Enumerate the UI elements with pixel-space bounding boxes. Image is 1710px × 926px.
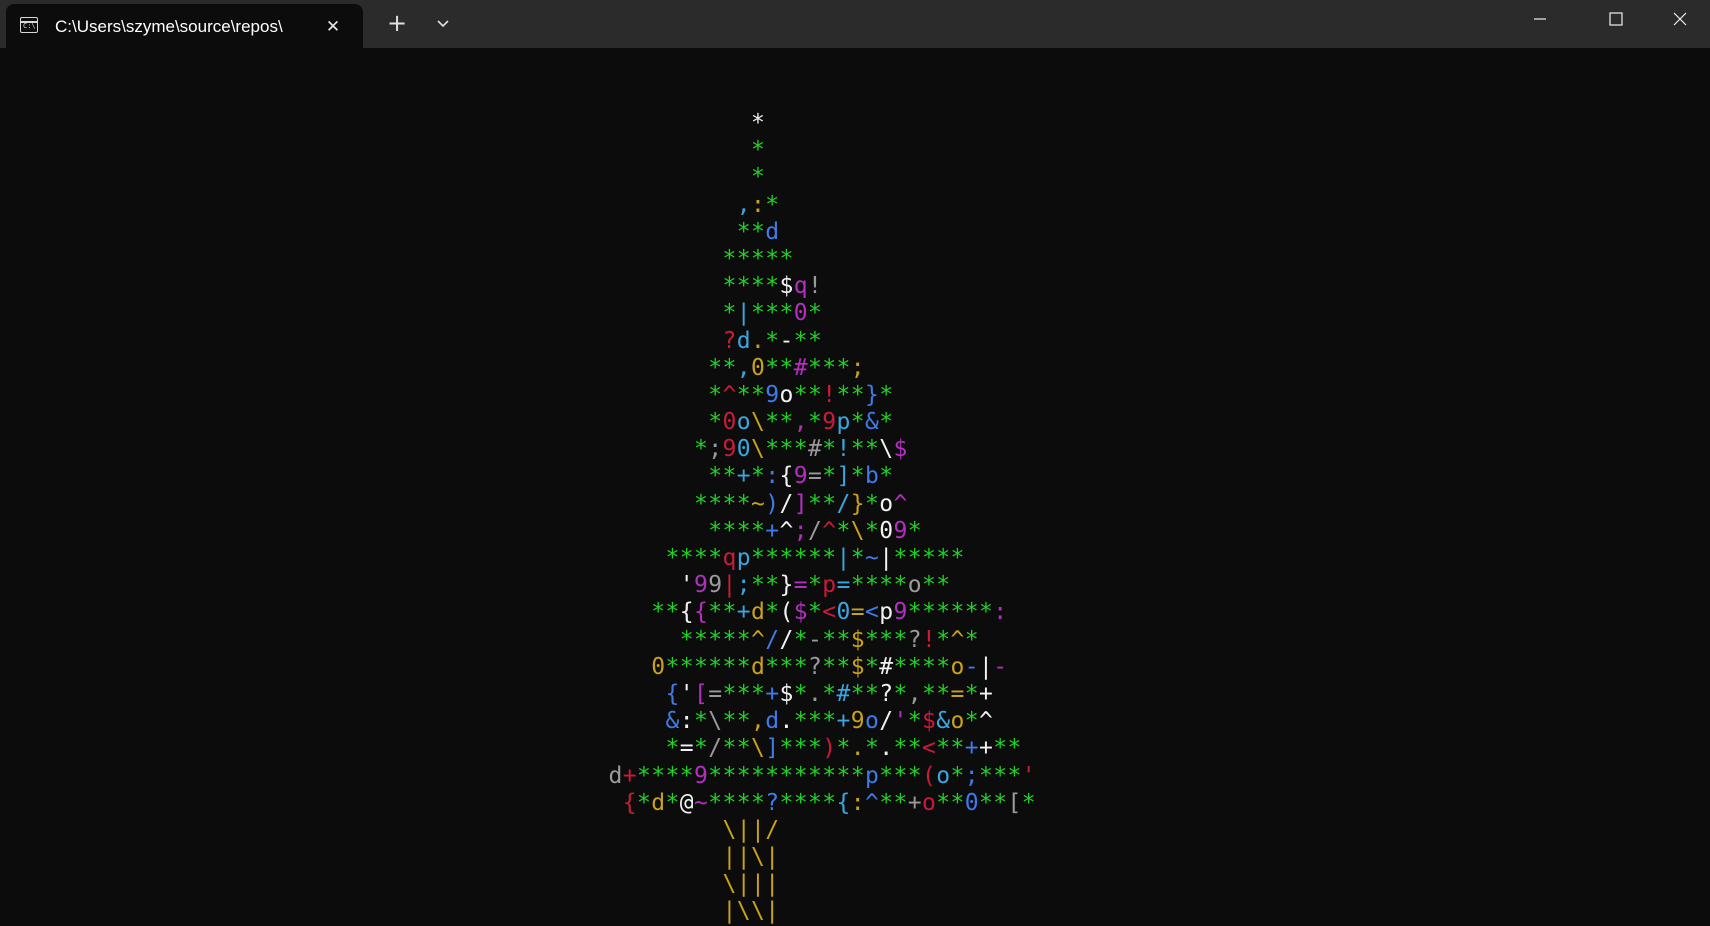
tree-line: ||\| <box>722 844 780 871</box>
tree-line: *^**9o**!**}* <box>708 381 894 408</box>
tree-line: *=*/**\]***)*.*.**<**++** <box>665 735 1022 762</box>
tree-line: ****qp******|*~|***** <box>665 545 965 571</box>
tree-line: ,:* <box>736 191 780 218</box>
maximize-icon[interactable] <box>1588 0 1644 38</box>
tree-line: **{{**+d*($*<0=<p9******: <box>651 599 1008 626</box>
tree-line: *|***0* <box>722 300 823 327</box>
close-icon[interactable]: ✕ <box>320 14 346 40</box>
tree-line: |\\| <box>722 898 780 925</box>
terminal-tab[interactable]: C:\ C:\Users\szyme\source\repos\ ✕ <box>6 4 363 48</box>
ascii-christmas-tree: * * * ,:* **d ***** ****$q! *|***0* ?d.*… <box>580 110 1036 926</box>
tree-line: \||/ <box>722 816 780 843</box>
tree-line: **+*:{9=*]*b* <box>708 463 894 490</box>
tree-line: d+****9***********p***(o*;***' <box>608 762 1036 789</box>
chevron-down-icon[interactable] <box>428 9 458 39</box>
tree-line: *****^//*-**$***?!*^* <box>679 626 979 653</box>
terminal-output[interactable]: * * * ,:* **d ***** ****$q! *|***0* ?d.*… <box>0 48 1710 924</box>
close-window-icon[interactable] <box>1652 0 1708 38</box>
tree-line: ****~)/]**/}*o^ <box>694 490 908 517</box>
tree-line: ****+^;/^*\*09* <box>708 517 922 544</box>
tree-line: **d <box>736 218 780 245</box>
tree-line: \||| <box>722 871 780 898</box>
plus-icon[interactable]: + <box>382 9 412 39</box>
tree-line: 0******d***?**$*#****o-|- <box>651 653 1008 680</box>
terminal-icon: C:\ <box>20 17 38 33</box>
tree-line: *;90\***#*!**\$ <box>694 436 908 463</box>
tree-line: *0o\**,*9p*&* <box>708 409 894 436</box>
tree-line: {*d*@~****?****{:^**+o**0**[* <box>622 789 1036 816</box>
tree-line: '99|;**}=*p=****o** <box>679 572 951 599</box>
tab-title: C:\Users\szyme\source\repos\ <box>55 17 283 36</box>
tree-line: ****$q! <box>722 273 823 300</box>
terminal-window: C:\ C:\Users\szyme\source\repos\ ✕ + * *… <box>0 0 1710 924</box>
tree-line: ***** <box>722 245 794 272</box>
tree-line: * <box>751 137 766 164</box>
minimize-icon[interactable] <box>1512 0 1568 38</box>
tree-line: &:*\**,d.***+9o/'*$&o*^ <box>665 708 994 735</box>
title-bar[interactable]: C:\ C:\Users\szyme\source\repos\ ✕ + <box>0 0 1710 48</box>
tree-line: **,0**#***; <box>708 354 865 381</box>
tree-line: * <box>751 110 766 136</box>
tree-line: ?d.*-** <box>722 327 823 354</box>
tree-line: {'[=***+$*.*#**?*,**=*+ <box>665 680 994 707</box>
tree-line: * <box>751 164 766 191</box>
